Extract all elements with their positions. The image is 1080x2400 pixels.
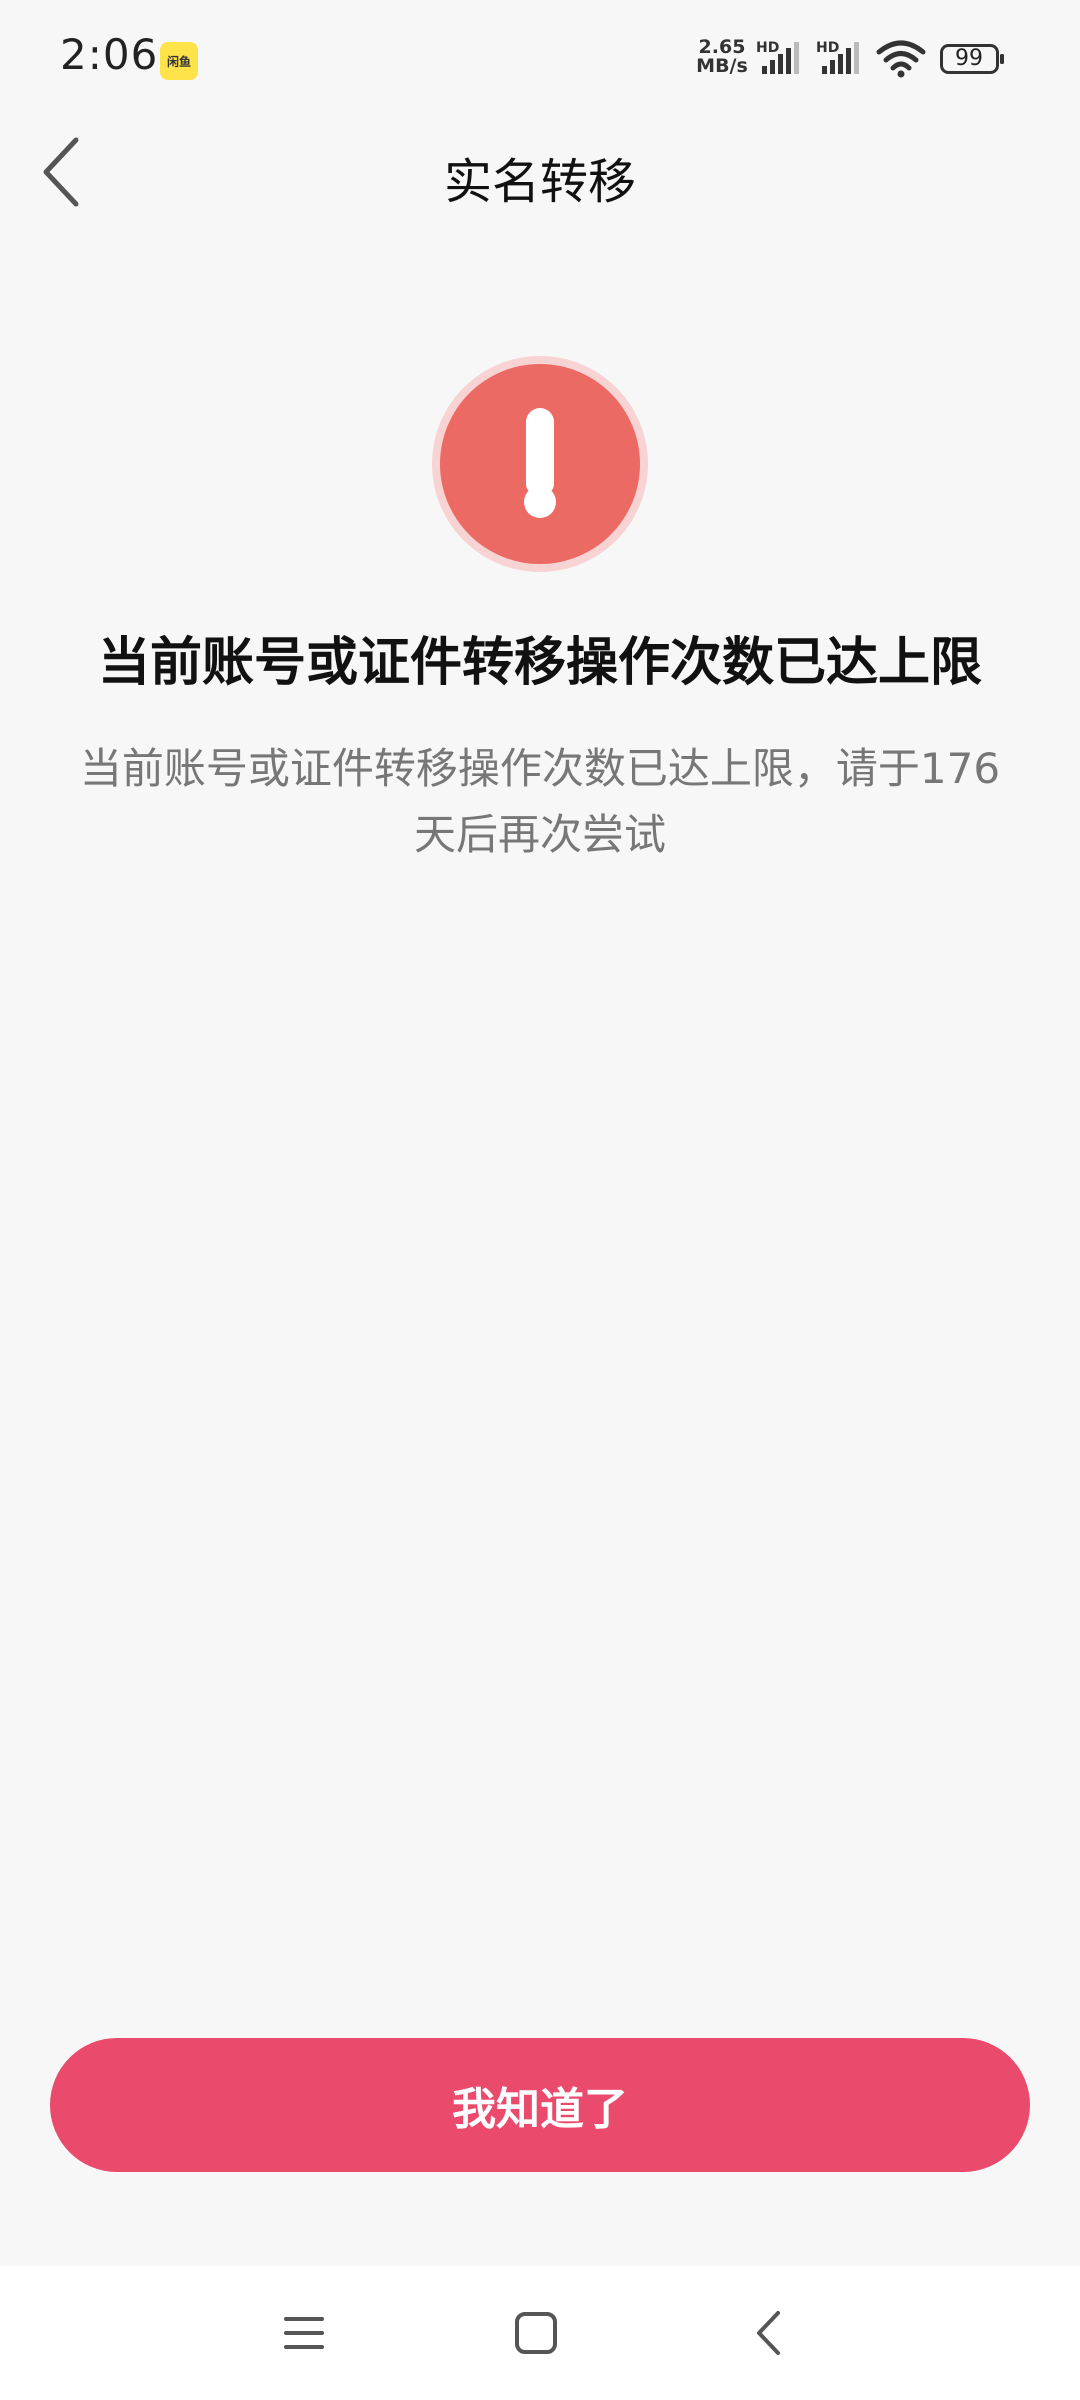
- exclamation-bar: [526, 408, 554, 494]
- confirm-button[interactable]: 我知道了: [50, 2038, 1030, 2172]
- network-speed: 2.65 MB/s: [692, 38, 752, 76]
- nav-home-button[interactable]: [476, 2266, 596, 2400]
- chevron-left-icon: [757, 2311, 780, 2355]
- app-notification-icon: 闲鱼: [160, 42, 198, 80]
- alert-description: 当前账号或证件转移操作次数已达上限，请于176天后再次尝试: [79, 744, 1001, 859]
- status-bar: 2:06 闲鱼 2.65 MB/s HD HD 99: [0, 0, 1080, 120]
- square-icon: [515, 2312, 557, 2354]
- nav-header: 实名转移: [0, 120, 1080, 230]
- battery-level: 99: [955, 46, 983, 71]
- page-title: 实名转移: [443, 154, 636, 210]
- signal-strength-icon: [762, 42, 799, 74]
- system-nav-bar: [0, 2266, 1080, 2400]
- alert-title: 当前账号或证件转移操作次数已达上限: [97, 633, 982, 693]
- menu-icon: [284, 2317, 324, 2349]
- wifi-icon: [876, 40, 926, 78]
- signal-strength-icon-2: [822, 42, 859, 74]
- exclamation-dot: [524, 486, 556, 518]
- status-time: 2:06: [60, 30, 159, 79]
- network-speed-unit: MB/s: [696, 55, 748, 77]
- nav-menu-button[interactable]: [244, 2266, 364, 2400]
- nav-back-button[interactable]: [708, 2266, 828, 2400]
